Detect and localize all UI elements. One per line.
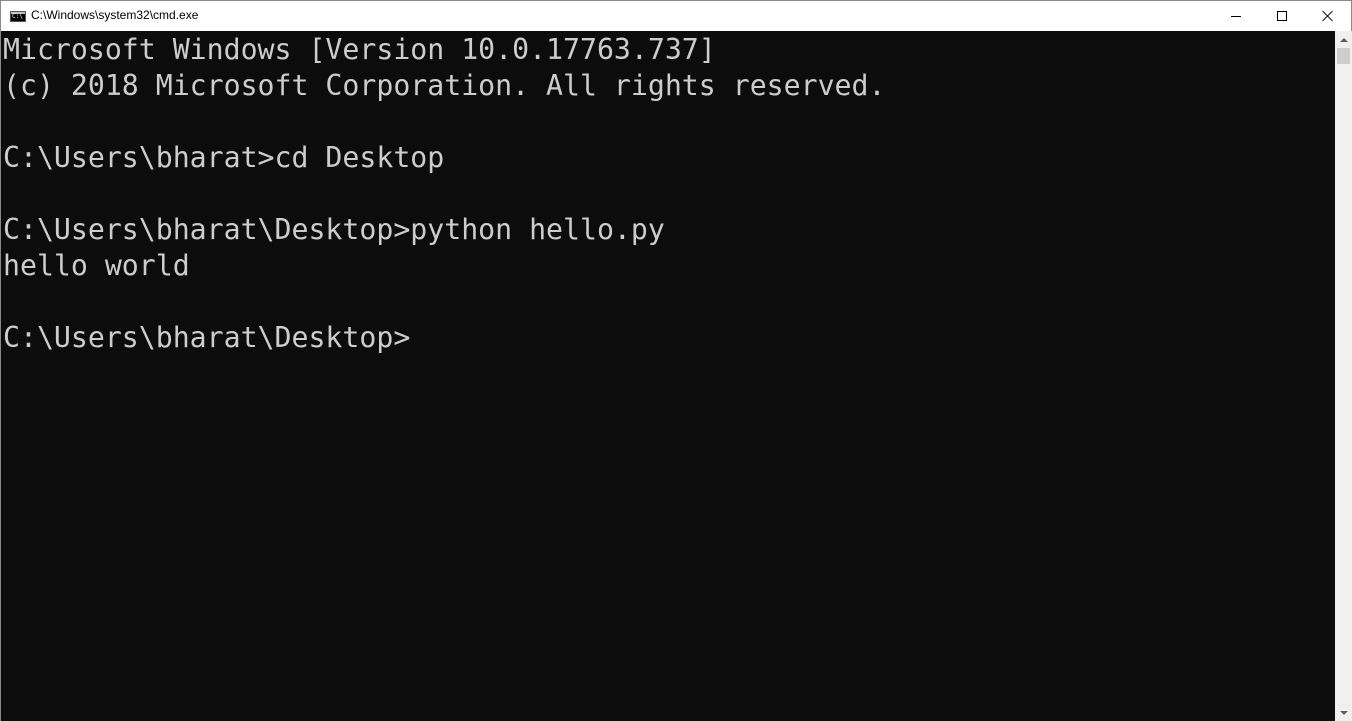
vertical-scrollbar[interactable]	[1335, 31, 1352, 721]
title-bar[interactable]: C:\Windows\system32\cmd.exe	[1, 1, 1351, 31]
console-line: (c) 2018 Microsoft Corporation. All righ…	[3, 69, 886, 102]
chevron-up-icon	[1339, 37, 1348, 42]
console-line: C:\Users\bharat\Desktop>python hello.py	[3, 213, 665, 246]
close-button[interactable]	[1305, 1, 1351, 31]
maximize-icon	[1277, 11, 1287, 21]
console-line: C:\Users\bharat>cd Desktop	[3, 141, 445, 174]
minimize-button[interactable]	[1213, 1, 1259, 31]
maximize-button[interactable]	[1259, 1, 1305, 31]
window-title: C:\Windows\system32\cmd.exe	[31, 8, 199, 22]
console-output[interactable]: Microsoft Windows [Version 10.0.17763.73…	[1, 31, 1335, 721]
scroll-thumb[interactable]	[1337, 48, 1350, 64]
console-line: Microsoft Windows [Version 10.0.17763.73…	[3, 33, 716, 66]
close-icon	[1322, 10, 1334, 22]
chevron-down-icon	[1339, 710, 1348, 715]
cmd-icon[interactable]	[10, 11, 26, 22]
scroll-up-button[interactable]	[1335, 31, 1352, 48]
scroll-down-button[interactable]	[1335, 704, 1352, 721]
minimize-icon	[1231, 15, 1241, 17]
console-line: hello world	[3, 249, 190, 282]
console-window: C:\Windows\system32\cmd.exe Microsoft Wi…	[0, 0, 1352, 721]
command-prompt[interactable]: C:\Users\bharat\Desktop>	[3, 320, 410, 356]
